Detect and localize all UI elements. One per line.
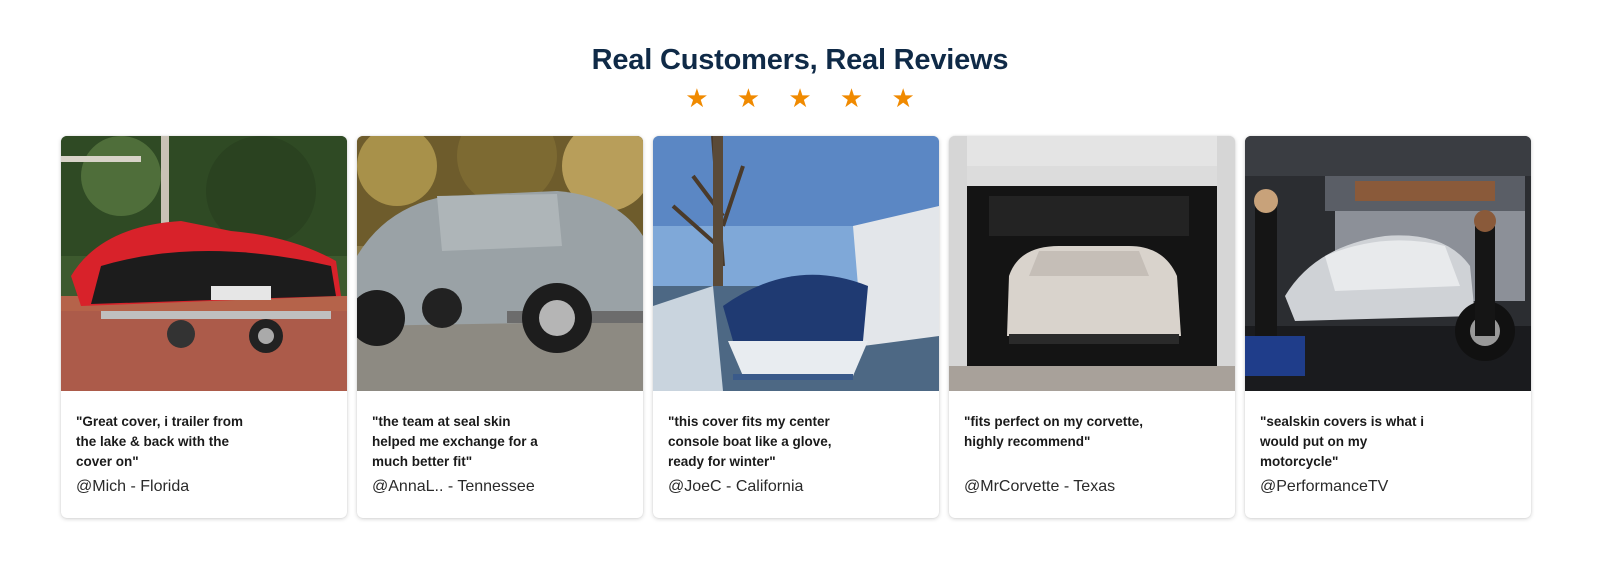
truck-cover-photo xyxy=(357,136,643,391)
review-author: @AnnaL.. - Tennessee xyxy=(372,478,535,495)
review-quote: "Great cover, i trailer from the lake & … xyxy=(76,414,243,469)
star-rating: ★ ★ ★ ★ ★ xyxy=(685,84,925,114)
jet-ski-cover-photo xyxy=(61,136,347,391)
motorcycle-cover-photo xyxy=(1245,136,1531,391)
review-card[interactable]: "sealskin covers is what i would put on … xyxy=(1245,136,1531,518)
review-card[interactable]: "fits perfect on my corvette, highly rec… xyxy=(949,136,1235,518)
review-quote: "sealskin covers is what i would put on … xyxy=(1260,414,1424,469)
review-author: @JoeC - California xyxy=(668,478,804,495)
review-author: @Mich - Florida xyxy=(76,478,190,495)
review-cards: "Great cover, i trailer from the lake & … xyxy=(61,136,1531,518)
section-title: Real Customers, Real Reviews xyxy=(591,44,1009,76)
review-card[interactable]: "the team at seal skin helped me exchang… xyxy=(357,136,643,518)
review-quote: "this cover fits my center console boat … xyxy=(668,414,832,469)
review-card[interactable]: "this cover fits my center console boat … xyxy=(653,136,939,518)
review-quote: "the team at seal skin helped me exchang… xyxy=(372,414,538,469)
car-cover-photo xyxy=(949,136,1235,391)
boat-cover-photo xyxy=(653,136,939,391)
review-card[interactable]: "Great cover, i trailer from the lake & … xyxy=(61,136,347,518)
review-author: @MrCorvette - Texas xyxy=(964,478,1116,495)
review-quote: "fits perfect on my corvette, highly rec… xyxy=(964,414,1143,449)
review-author: @PerformanceTV xyxy=(1260,478,1389,495)
